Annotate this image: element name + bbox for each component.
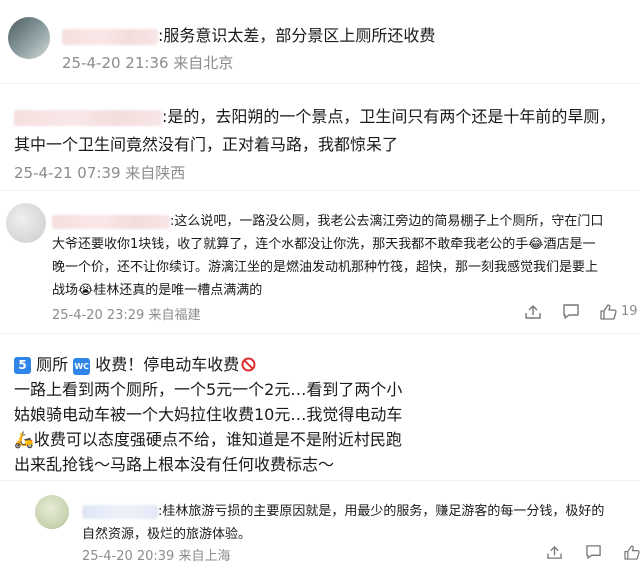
wc-badge: WC [73,358,91,375]
avatar[interactable] [6,203,46,243]
comment-meta: 25-4-20 21:36 来自北京 [62,54,234,72]
username-redacted[interactable] [62,28,158,45]
like-button[interactable]: 19 [600,303,638,320]
scooter-emoji: 🛵 [14,430,34,449]
comment-icon[interactable] [562,303,580,320]
comment-meta: 25-4-20 23:29 来自福建 [52,308,201,323]
comment-text: :服务意识太差，部分景区上厕所还收费 [158,26,436,45]
comment-meta: 25-4-21 07:39 来自陕西 [14,164,186,182]
share-icon[interactable] [524,304,542,320]
share-icon[interactable] [546,545,563,560]
like-icon [600,303,617,320]
username-redacted[interactable] [14,109,162,126]
like-count: 19 [621,304,638,319]
avatar[interactable] [35,495,69,529]
comment-text-line-2: 大爷还要收你1块钱，收了就算了，连个水都没让你洗，那天我都不敢牵我老公的手 [52,237,529,252]
comment-text-line-2b: 酒店是一 [543,237,596,252]
comment-icon[interactable] [585,544,602,560]
prohibited-icon [241,357,256,376]
comment-text-line-4: 战场 [52,283,79,298]
reply-text-line-1: :桂林旅游亏损的主要原因就是，用最少的服务，赚足游客的每一分钱，极好的 [158,504,605,519]
post-line-2: 一路上看到两个厕所，一个5元一个2元…看到了两个小 [14,380,403,399]
post-line-1a: 厕所 [36,355,69,374]
reply-text-line-2: 自然资源，极烂的旅游体验。 [82,527,252,542]
laugh-cry-emoji: 😂 [528,237,544,252]
username-redacted[interactable] [52,214,170,229]
post-line-5: 出来乱抢钱～马路上根本没有任何收费标志～ [14,455,335,474]
comment-text-line-3: 晚一个价，还不让你续订。游漓江坐的是燃油发动机那种竹筏，超快，那一刻我感觉我们是… [52,260,599,275]
comment-text-line-4b: 桂林还真的是唯一槽点满满的 [93,283,263,298]
reply-meta: 25-4-20 20:39 来自上海 [82,549,231,564]
post-line-3: 姑娘骑电动车被一个大妈拉住收费10元…我觉得电动车 [14,405,403,424]
comment-text-line-2: 其中一个卫生间竟然没有门，正对着马路，我都惊呆了 [14,135,399,154]
number-badge: 5 [14,357,31,374]
comment-text-line-1: :这么说吧，一路没公厕，我老公去漓江旁边的简易棚子上个厕所，守在门口 [170,214,604,229]
comment-text-line-1: :是的，去阳朔的一个景点，卫生间只有两个还是十年前的旱厕， [162,107,616,126]
like-icon[interactable] [624,544,640,560]
username-redacted[interactable] [82,504,158,519]
avatar[interactable] [8,17,50,59]
post-line-1b: 收费！停电动车收费 [95,355,240,374]
post-line-4: 收费可以态度强硬点不给，谁知道是不是附近村民跑 [33,430,402,449]
crying-emoji: 😭 [78,283,94,298]
